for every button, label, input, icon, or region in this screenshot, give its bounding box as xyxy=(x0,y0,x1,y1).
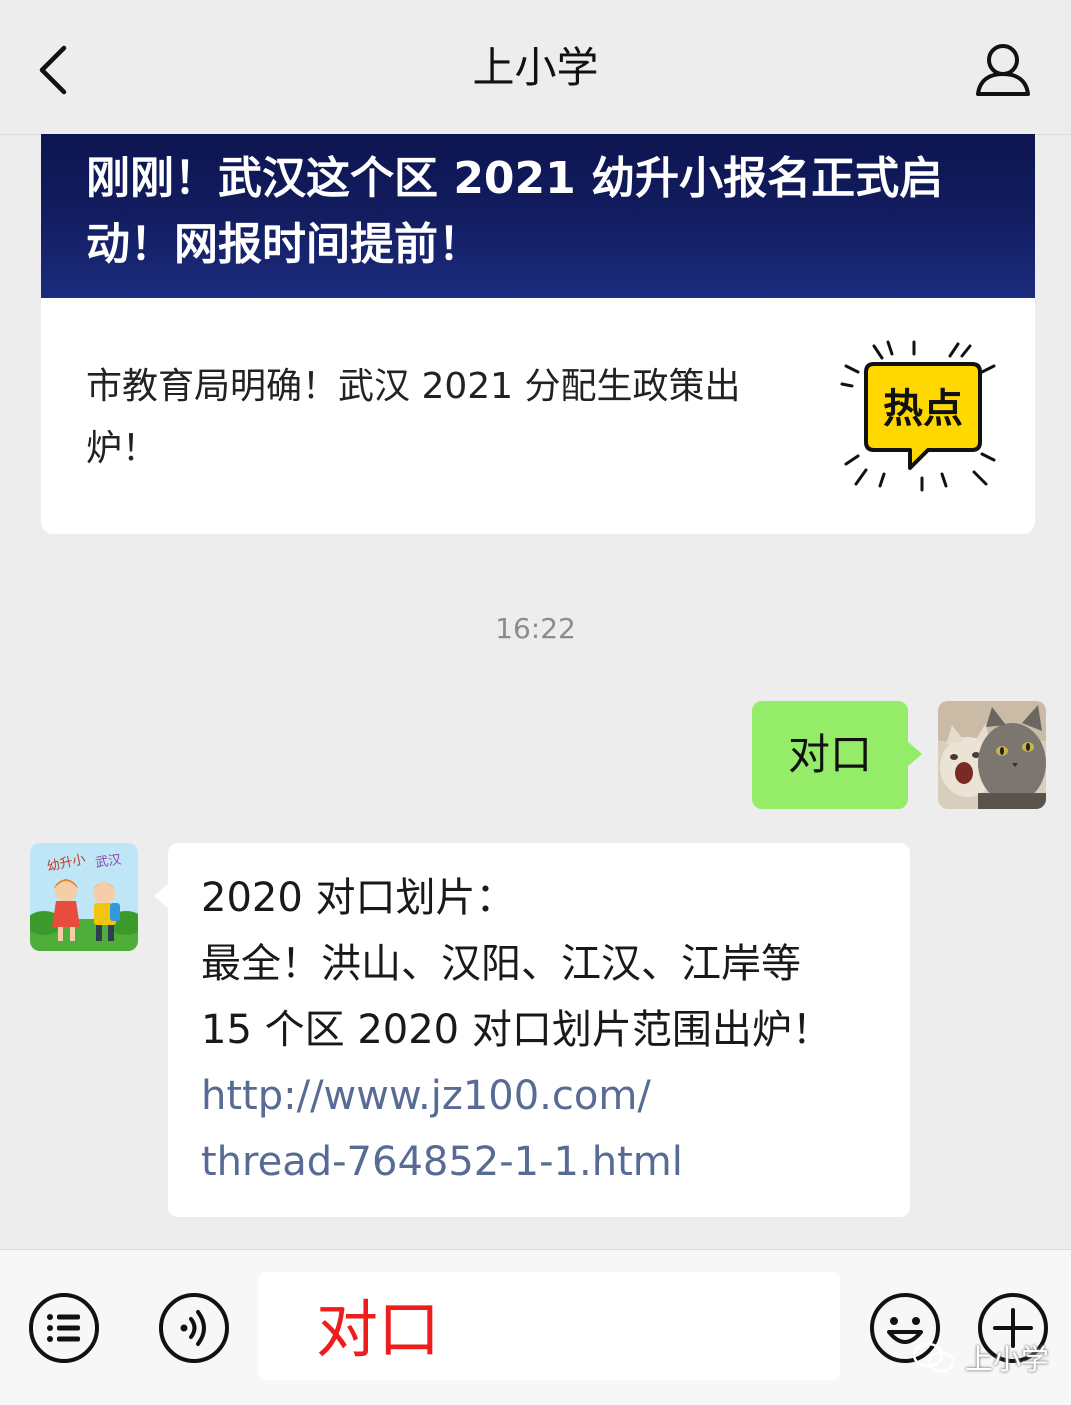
watermark-text: 上小学 xyxy=(964,1343,1049,1376)
message-input-value: 对口 xyxy=(316,1293,441,1366)
person-icon xyxy=(976,44,1030,96)
cat-avatar-image xyxy=(938,701,1046,809)
hot-topic-icon: 热点 xyxy=(836,334,1001,494)
bubble-tail xyxy=(154,883,169,909)
kids-avatar-image: 幼升小 武汉 xyxy=(30,843,138,951)
profile-button[interactable] xyxy=(968,38,1038,102)
thread-link[interactable]: thread-764852-1-1.html xyxy=(201,1129,891,1195)
input-bar: 对口 xyxy=(0,1249,1071,1405)
wechat-icon xyxy=(912,1342,955,1373)
menu-button[interactable] xyxy=(28,1292,100,1364)
article-card[interactable]: 刚刚！武汉这个区 2021 幼升小报名正式启动！网报时间提前！ 市教育局明确！武… xyxy=(41,134,1035,534)
top-bar: 上小学 xyxy=(0,0,1071,135)
bubble-tail xyxy=(907,741,922,767)
bot-message-bubble[interactable]: 2020 对口划片： 最全！洪山、汉阳、江汉、江岸等 15 个区 2020 对口… xyxy=(154,843,910,1217)
my-message-text: 对口 xyxy=(787,730,872,779)
bot-message-line: 2020 对口划片： xyxy=(201,875,516,921)
message-timestamp: 16:22 xyxy=(495,612,576,645)
my-avatar[interactable] xyxy=(938,701,1046,809)
bot-message-content: 2020 对口划片： 最全！洪山、汉阳、江汉、江岸等 15 个区 2020 对口… xyxy=(201,865,891,1195)
article-subtitle[interactable]: 市教育局明确！武汉 2021 分配生政策出炉！ xyxy=(86,356,806,480)
voice-button[interactable] xyxy=(158,1292,230,1364)
voice-icon xyxy=(159,1293,229,1363)
my-message-bubble[interactable]: 对口 xyxy=(752,701,922,809)
article-banner-title: 刚刚！武汉这个区 2021 幼升小报名正式启动！网报时间提前！ xyxy=(86,153,944,270)
hot-label: 热点 xyxy=(883,386,963,432)
bot-message-line: 最全！洪山、汉阳、江汉、江岸等 xyxy=(201,941,801,987)
article-banner[interactable]: 刚刚！武汉这个区 2021 幼升小报名正式启动！网报时间提前！ xyxy=(41,134,1035,298)
official-account-avatar[interactable]: 幼升小 武汉 xyxy=(30,843,138,951)
page-title: 上小学 xyxy=(472,43,599,92)
message-input[interactable]: 对口 xyxy=(258,1272,840,1380)
thread-link[interactable]: http://www.jz100.com/ xyxy=(201,1063,891,1129)
list-menu-icon xyxy=(29,1293,99,1363)
watermark: 上小学 xyxy=(912,1338,1052,1378)
bot-message-line: 15 个区 2020 对口划片范围出炉！ xyxy=(201,1007,832,1053)
